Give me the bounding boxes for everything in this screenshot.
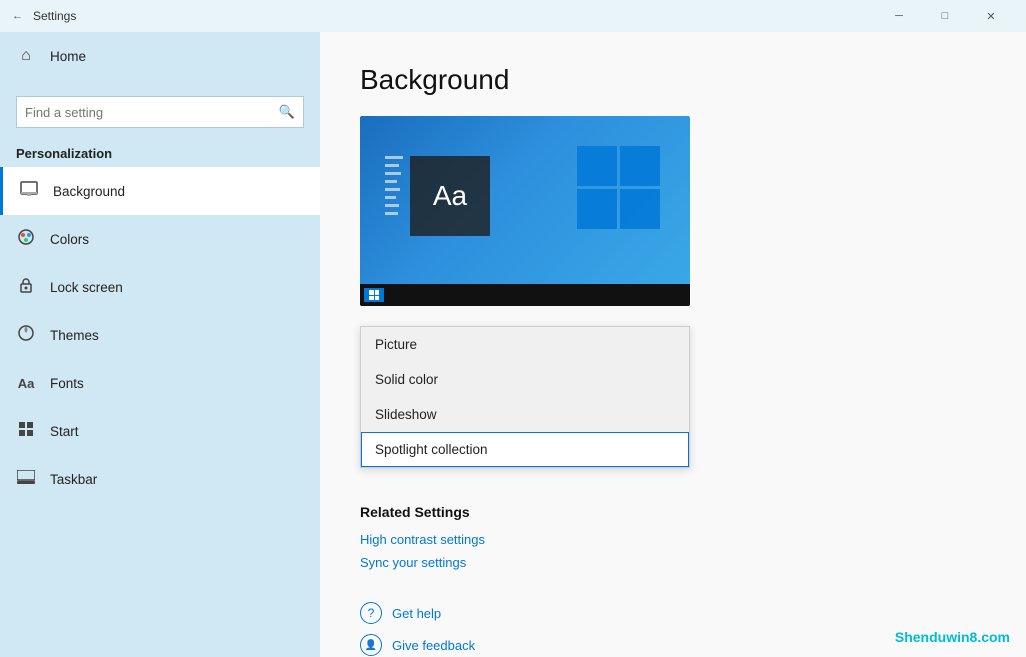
preview-line-7 [385,204,399,207]
sidebar-item-themes[interactable]: Themes [0,311,320,359]
title-bar-left: ← Settings [12,9,876,23]
preview-taskbar [360,284,690,306]
get-help-label[interactable]: Get help [392,606,441,621]
sidebar-header: 🔍 [0,80,320,136]
get-help-item[interactable]: ? Get help [360,602,986,624]
preview-line-8 [385,212,398,215]
lock-icon [16,276,36,299]
page-title: Background [360,64,986,96]
themes-icon [16,324,36,347]
preview-tiles [577,146,660,229]
dropdown-option-slideshow[interactable]: Slideshow [361,397,689,432]
preview-win-logo [369,290,379,300]
home-label: Home [50,49,86,64]
back-button[interactable]: ← [12,10,23,22]
sidebar-item-taskbar[interactable]: Taskbar [0,455,320,503]
background-preview: Aa [360,116,690,306]
search-input[interactable] [25,105,273,120]
preview-tile-2 [620,146,660,186]
preview-start-button [364,288,384,302]
sidebar-item-home[interactable]: ⌂ Home [0,32,320,80]
background-label: Background [53,184,125,199]
related-settings-title: Related Settings [360,504,986,520]
main-layout: ⌂ Home 🔍 Personalization Background [0,32,1026,657]
home-icon: ⌂ [16,47,36,65]
watermark: Shenduwin8.com [895,629,1010,645]
title-bar: ← Settings ─ □ ✕ [0,0,1026,32]
title-bar-controls: ─ □ ✕ [876,0,1014,32]
preview-image: Aa [360,116,690,306]
preview-line-2 [385,164,399,167]
themes-label: Themes [50,328,99,343]
fonts-label: Fonts [50,376,84,391]
footer-links: ? Get help 👤 Give feedback [360,602,986,656]
section-label: Personalization [0,136,320,167]
preview-tile-3 [577,189,617,229]
search-box[interactable]: 🔍 [16,96,304,128]
give-feedback-label[interactable]: Give feedback [392,638,475,653]
sync-settings-link[interactable]: Sync your settings [360,555,986,570]
sidebar: ⌂ Home 🔍 Personalization Background [0,32,320,657]
preview-line-1 [385,156,403,159]
start-icon [16,421,36,442]
background-icon [19,180,39,203]
give-feedback-icon: 👤 [360,634,382,656]
maximize-button[interactable]: □ [922,0,968,32]
lock-screen-label: Lock screen [50,280,123,295]
preview-line-3 [385,172,401,175]
give-feedback-item[interactable]: 👤 Give feedback [360,634,986,656]
get-help-icon: ? [360,602,382,624]
sidebar-item-fonts[interactable]: Aa Fonts [0,359,320,407]
high-contrast-link[interactable]: High contrast settings [360,532,986,547]
preview-line-4 [385,180,397,183]
sidebar-item-start[interactable]: Start [0,407,320,455]
colors-label: Colors [50,232,89,247]
dropdown-option-picture[interactable]: Picture [361,327,689,362]
sidebar-item-background[interactable]: Background [0,167,320,215]
sidebar-item-colors[interactable]: Colors [0,215,320,263]
colors-icon [16,228,36,251]
preview-tile-4 [620,189,660,229]
taskbar-icon [16,470,36,489]
fonts-icon: Aa [16,376,36,391]
title-bar-title: Settings [33,9,76,23]
dropdown-option-solid-color[interactable]: Solid color [361,362,689,397]
preview-aa-box: Aa [410,156,490,236]
search-icon: 🔍 [279,104,295,120]
preview-line-5 [385,188,400,191]
preview-lines [385,156,403,215]
content-area: Background Aa [320,32,1026,657]
background-type-dropdown[interactable]: Picture Solid color Slideshow Spotlight … [360,326,690,468]
dropdown-option-spotlight[interactable]: Spotlight collection [361,432,689,467]
dropdown-menu: Picture Solid color Slideshow Spotlight … [360,326,690,468]
preview-tile-1 [577,146,617,186]
sidebar-item-lock-screen[interactable]: Lock screen [0,263,320,311]
preview-line-6 [385,196,396,199]
minimize-button[interactable]: ─ [876,0,922,32]
start-label: Start [50,424,79,439]
close-button[interactable]: ✕ [968,0,1014,32]
taskbar-label: Taskbar [50,472,97,487]
